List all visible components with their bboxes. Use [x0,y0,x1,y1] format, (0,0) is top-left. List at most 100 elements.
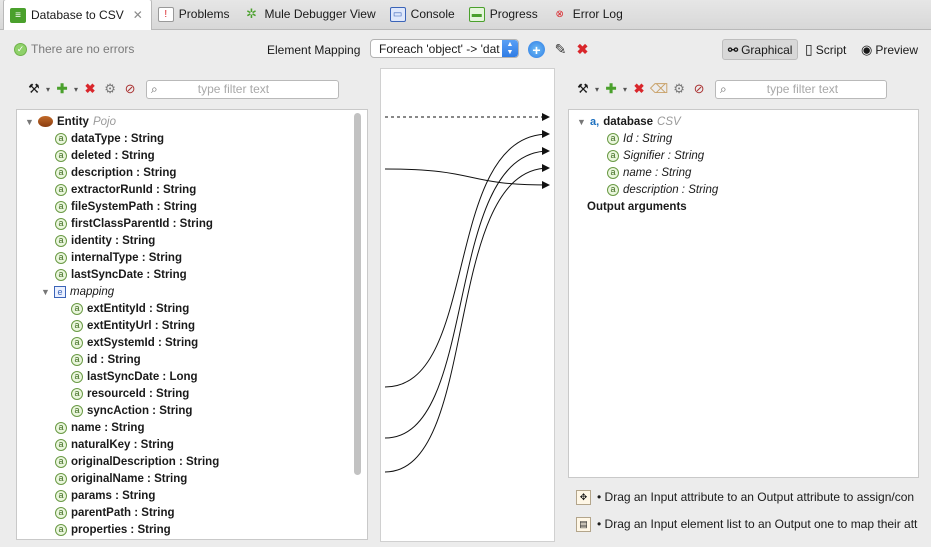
dropdown-arrow-icon: ▾ [46,84,51,94]
field-label: name : String [623,166,692,179]
mapping-line[interactable] [384,164,550,473]
mapping-line[interactable] [384,130,550,388]
tree-item[interactable]: a originalName : String [55,470,187,487]
tree-item-mapping[interactable]: ▼ e mapping [41,283,114,300]
dropdown-arrow-icon: ▾ [595,84,600,94]
element-mapping-label: Element Mapping [267,43,361,57]
tab-label: Console [410,7,455,21]
tree-item-database[interactable]: ▼ a, database CSV [577,113,681,130]
filter-input[interactable]: ⌕ type filter text [146,79,340,99]
field-label: description : String [71,166,177,179]
add-mapping-button[interactable]: + [528,41,545,58]
input-toolbar: ⚒ ▾ ✚ ▾ ✖ ⚙ ⊘ ⌕ type filter text [26,76,340,102]
tree-item[interactable]: a Id : String [607,130,672,147]
field-label: fileSystemPath : String [71,200,197,213]
tree-item[interactable]: a properties : String [55,521,171,538]
graphical-view-toggle[interactable]: ⚯ Graphical [722,39,799,60]
editor-tab-bar: ≡ Database to CSV ✕ ! Problems ✲ Mule De… [0,0,931,30]
tree-item[interactable]: a extractorRunId : String [55,181,196,198]
csv-array-icon: a, [590,115,600,128]
tree-item[interactable]: a lastSyncDate : Long [71,368,198,385]
tree-item[interactable]: a parentPath : String [55,504,175,521]
tree-item[interactable]: a params : String [55,487,155,504]
expand-toggle-icon[interactable]: ▼ [41,287,51,297]
attribute-icon: a [55,251,67,264]
expand-toggle-icon[interactable]: ▼ [25,117,35,127]
mapping-toolbar: ✓ There are no errors Element Mapping Fo… [0,31,931,67]
tree-item[interactable]: a deleted : String [55,147,155,164]
close-icon[interactable]: ✕ [133,8,143,22]
problems-icon: ! [157,6,174,22]
mapping-line[interactable] [384,147,550,439]
tab-error-log[interactable]: ⊗ Error Log [546,0,631,29]
field-label: extEntityUrl : String [87,319,195,332]
expand-toggle-icon[interactable]: ▼ [577,117,587,127]
add-button[interactable]: ✚ [54,81,70,97]
tree-item[interactable]: a identity : String [55,232,155,249]
hint-row: ✥ • Drag an Input attribute to an Output… [576,487,921,507]
edit-mapping-button[interactable]: ✎ [552,41,569,58]
field-label: originalName : String [71,472,188,485]
dropdown-arrow-icon: ▾ [74,84,79,94]
tree-item[interactable]: a firstClassParentId : String [55,215,213,232]
status-text: There are no errors [31,42,135,56]
tab-console[interactable]: ▭ Console [384,0,463,29]
tree-item[interactable]: a id : String [71,351,141,368]
dropdown-arrow-icon: ▾ [623,84,628,94]
error-log-icon: ⊗ [555,8,564,20]
chevron-updown-icon: ▲ ▼ [502,40,518,57]
database-name: database [603,115,654,128]
tree-item[interactable]: a fileSystemPath : String [55,198,197,215]
dataweave-icon: ≡ [10,7,26,23]
attribute-icon: a [607,166,619,179]
tree-item[interactable]: a resourceId : String [71,385,189,402]
field-label: parentPath : String [71,506,175,519]
settings-icon[interactable]: ⚙ [102,81,118,97]
hide-icon[interactable]: ⊘ [122,81,138,97]
tree-item[interactable]: a name : String [55,419,144,436]
delete-button[interactable]: ✖ [82,81,98,97]
tree-item[interactable]: a naturalKey : String [55,436,174,453]
field-label: extSystemId : String [87,336,199,349]
wand-icon[interactable]: ⚒ [575,81,591,97]
tree-item[interactable]: a dataType : String [55,130,164,147]
tab-mule-debugger-view[interactable]: ✲ Mule Debugger View [237,0,383,29]
wand-icon[interactable]: ⚒ [26,81,42,97]
tree-item[interactable]: a originalDescription : String [55,453,219,470]
settings-icon[interactable]: ⚙ [671,81,687,97]
delete-mapping-button[interactable]: ✖ [574,41,591,58]
tab-label: Database to CSV [31,8,124,22]
field-label: lastSyncDate : Long [87,370,198,383]
attribute-icon: a [55,472,67,485]
tree-item[interactable]: a extEntityUrl : String [71,317,195,334]
attribute-icon: a [71,387,83,400]
tree-item[interactable]: a Signifier : String [607,147,704,164]
hide-icon[interactable]: ⊘ [691,81,707,97]
attribute-icon: a [55,523,67,536]
tab-database-to-csv[interactable]: ≡ Database to CSV ✕ [3,0,152,30]
tree-item[interactable]: a extSystemId : String [71,334,198,351]
element-mapping-select[interactable]: Foreach 'object' -> 'dat ▲ ▼ [370,39,519,58]
add-button[interactable]: ✚ [603,81,619,97]
filter-input[interactable]: ⌕ type filter text [715,79,888,99]
field-label: firstClassParentId : String [71,217,213,230]
check-icon: ✓ [14,42,27,56]
preview-view-toggle[interactable]: ◉ Preview [856,39,923,60]
eraser-icon[interactable]: ⌫ [650,81,668,97]
input-scrollbar[interactable] [354,113,361,475]
tab-progress[interactable]: ▬ Progress [463,0,546,29]
output-arguments[interactable]: Output arguments [587,198,687,215]
tree-item[interactable]: a description : String [607,181,718,198]
script-view-toggle[interactable]: ▯ Script [800,39,851,60]
tree-item[interactable]: a syncAction : String [71,402,192,419]
tree-item[interactable]: a name : String [607,164,691,181]
delete-button[interactable]: ✖ [631,81,647,97]
mapping-line[interactable] [384,168,550,189]
tree-item[interactable]: a description : String [55,164,176,181]
attribute-icon: a [71,319,83,332]
tab-problems[interactable]: ! Problems [152,0,238,29]
tree-item[interactable]: a lastSyncDate : String [55,266,187,283]
tree-item-entity[interactable]: ▼ Entity Pojo [25,113,116,130]
tree-item[interactable]: a internalType : String [55,249,182,266]
tree-item[interactable]: a extEntityId : String [71,300,189,317]
